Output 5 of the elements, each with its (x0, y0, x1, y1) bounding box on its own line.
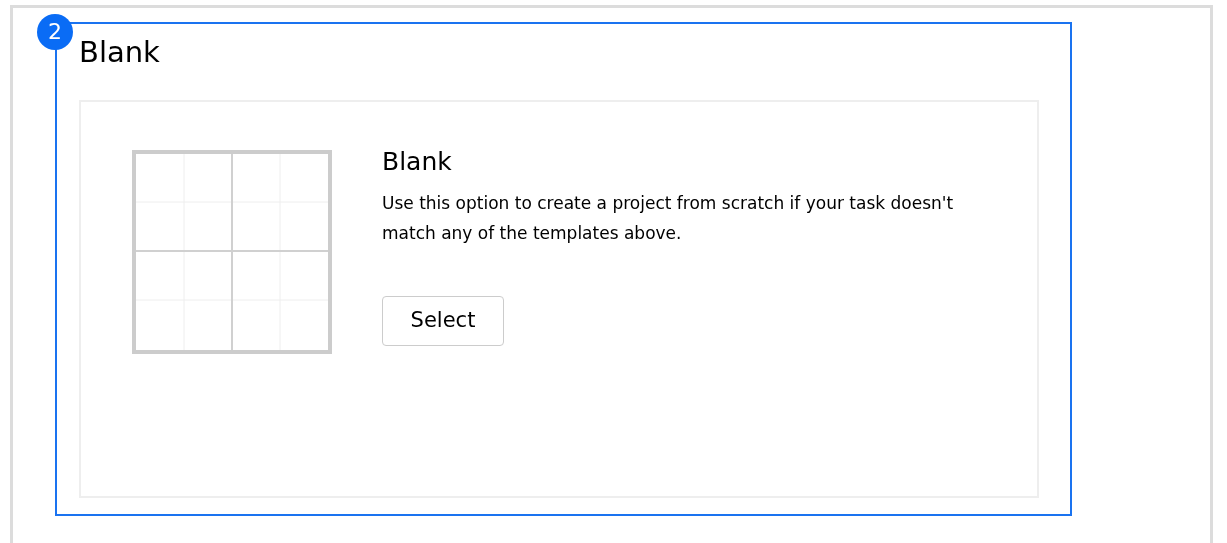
card-title: Blank (382, 146, 452, 178)
step-badge: 2 (37, 14, 73, 50)
card-description: Use this option to create a project from scratch if your task doesn't match any of the templates above. (382, 192, 955, 245)
section-title: Blank (79, 34, 161, 71)
select-button[interactable]: Select (382, 296, 504, 346)
